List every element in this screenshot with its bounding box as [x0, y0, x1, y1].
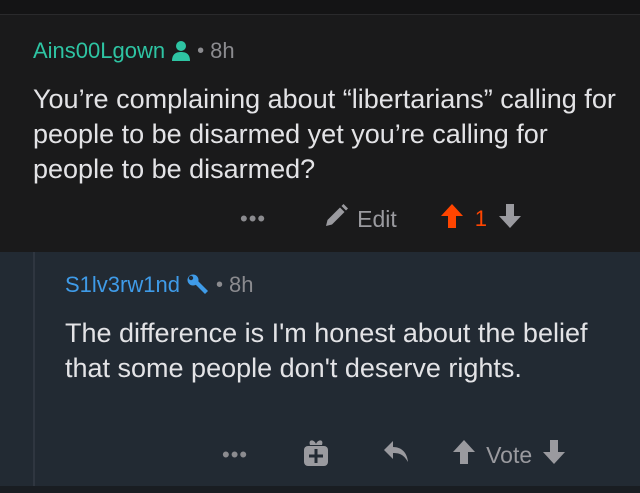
reply-action-bar: ••• Vote: [222, 438, 566, 472]
gift-icon: [302, 437, 330, 473]
downvote-button[interactable]: [498, 203, 522, 235]
vote-count: 1: [474, 206, 487, 231]
downvote-arrow-icon: [498, 203, 522, 235]
upvote-button[interactable]: [440, 203, 464, 235]
reply-button[interactable]: [382, 439, 412, 471]
reply-author-link[interactable]: S1lv3rw1nd: [65, 272, 180, 298]
reply-timestamp: 8h: [228, 272, 254, 297]
edit-label: Edit: [357, 205, 397, 232]
pencil-icon: [323, 203, 349, 235]
reply-arrow-icon: [382, 439, 412, 471]
reply-comment-body: The difference is I'm honest about the b…: [65, 318, 588, 383]
downvote-arrow-icon: [542, 439, 566, 471]
bottom-divider: [0, 486, 640, 493]
upvote-arrow-icon: [440, 203, 464, 235]
meta-separator: •: [197, 39, 205, 62]
meta-separator: •: [215, 273, 223, 296]
upvote-button[interactable]: [452, 439, 476, 471]
parent-comment-meta: Ains00Lgown • 8h: [33, 38, 235, 64]
edit-button[interactable]: Edit: [323, 203, 397, 235]
parent-timestamp: 8h: [210, 38, 235, 63]
upvote-arrow-icon: [452, 439, 476, 471]
parent-action-bar: ••• Edit 1: [240, 202, 522, 236]
award-button[interactable]: [302, 437, 330, 473]
reply-comment-meta: S1lv3rw1nd • 8h: [65, 272, 253, 298]
thread-line[interactable]: [33, 252, 35, 493]
top-divider: [0, 0, 640, 15]
parent-comment-body: You’re complaining about “libertarians” …: [33, 84, 616, 184]
more-options-button[interactable]: •••: [240, 206, 266, 232]
wrench-icon: [186, 273, 210, 297]
vote-label: Vote: [486, 441, 533, 468]
more-options-button[interactable]: •••: [222, 442, 248, 468]
parent-author-link[interactable]: Ains00Lgown: [33, 38, 165, 64]
person-icon: [171, 40, 191, 62]
downvote-button[interactable]: [542, 439, 566, 471]
